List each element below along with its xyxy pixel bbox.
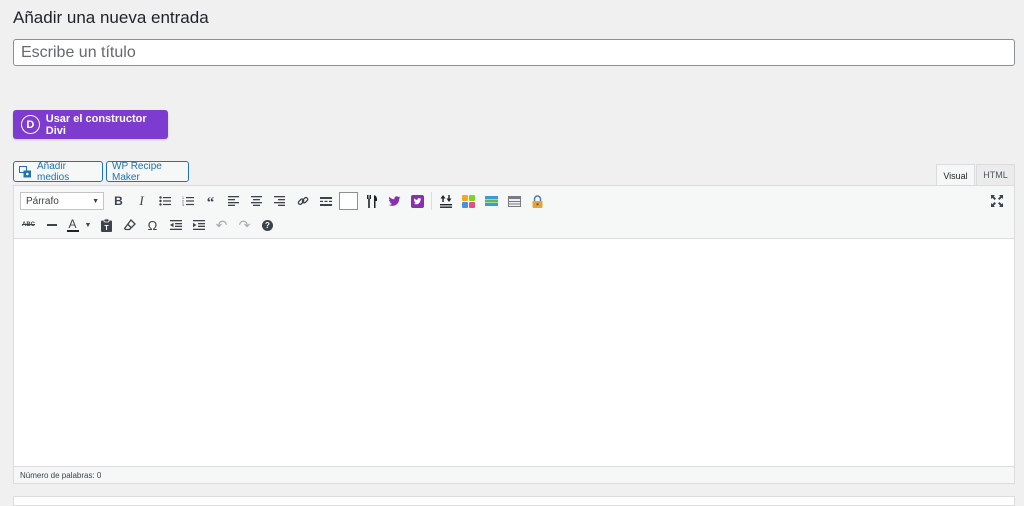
italic-icon[interactable]: I (130, 190, 153, 212)
toolbar-row-1: Párrafo ▼ B I 123 “ (14, 190, 549, 212)
divi-button-label: Usar el constructor Divi (45, 112, 147, 137)
tab-html[interactable]: HTML (976, 164, 1015, 185)
fullscreen-icon[interactable] (985, 190, 1008, 212)
chevron-down-icon: ▼ (84, 221, 92, 229)
twitter-box-icon[interactable] (406, 190, 429, 212)
toolbar-toggle-icon[interactable] (337, 190, 360, 212)
word-count: Número de palabras: 0 (20, 470, 102, 480)
special-character-icon[interactable]: Ω (141, 214, 164, 236)
align-center-icon[interactable] (245, 190, 268, 212)
undo-icon[interactable]: ↶ (210, 214, 233, 236)
content-editor: Párrafo ▼ B I 123 “ ABC A ▼ T Ω ↶ ↷ ? Nú… (13, 185, 1015, 484)
help-icon[interactable]: ? (256, 214, 279, 236)
bold-icon[interactable]: B (107, 190, 130, 212)
bullet-list-icon[interactable] (153, 190, 176, 212)
svg-text:3: 3 (182, 203, 184, 206)
lock-icon[interactable] (526, 190, 549, 212)
divi-builder-button[interactable]: D Usar el constructor Divi (13, 110, 168, 139)
numbered-list-icon[interactable]: 123 (176, 190, 199, 212)
table-icon[interactable] (503, 190, 526, 212)
toolbar-divider (431, 192, 432, 210)
sort-icon[interactable] (434, 190, 457, 212)
indent-icon[interactable] (187, 214, 210, 236)
tab-visual[interactable]: Visual (936, 164, 975, 186)
divi-logo-icon: D (21, 115, 40, 134)
toolbar-row-2: ABC A ▼ T Ω ↶ ↷ ? (17, 214, 279, 236)
editor-statusbar: Número de palabras: 0 (14, 466, 1014, 483)
clear-formatting-icon[interactable] (118, 214, 141, 236)
twitter-icon[interactable] (383, 190, 406, 212)
chevron-down-icon: ▼ (92, 197, 99, 205)
redo-icon[interactable]: ↷ (233, 214, 256, 236)
outdent-icon[interactable] (164, 214, 187, 236)
layers-icon[interactable] (480, 190, 503, 212)
align-left-icon[interactable] (222, 190, 245, 212)
page-title: Añadir una nueva entrada (13, 8, 209, 27)
grid-icon[interactable] (457, 190, 480, 212)
read-more-icon[interactable] (314, 190, 337, 212)
paste-text-icon[interactable]: T (95, 214, 118, 236)
svg-text:T: T (104, 225, 109, 232)
strikethrough-icon[interactable]: ABC (17, 214, 40, 236)
align-right-icon[interactable] (268, 190, 291, 212)
media-icon (19, 165, 32, 178)
add-media-button[interactable]: Añadir medios (13, 160, 103, 183)
recipe-icon[interactable] (360, 190, 383, 212)
link-icon[interactable] (291, 190, 314, 212)
blockquote-icon[interactable]: “ (199, 190, 222, 212)
format-select[interactable]: Párrafo ▼ (20, 192, 104, 210)
format-select-value: Párrafo (26, 195, 59, 207)
editor-toolbar: Párrafo ▼ B I 123 “ ABC A ▼ T Ω ↶ ↷ ? (14, 186, 1014, 239)
editor-content-area[interactable] (14, 239, 1014, 467)
post-title-input[interactable] (13, 39, 1015, 66)
horizontal-line-icon[interactable] (40, 214, 63, 236)
recipe-maker-button[interactable]: WP Recipe Maker (106, 160, 189, 183)
next-metabox (13, 496, 1015, 506)
recipe-maker-label: WP Recipe Maker (112, 160, 162, 183)
text-color-icon[interactable]: A ▼ (63, 214, 95, 236)
add-media-label: Añadir medios (37, 160, 70, 183)
